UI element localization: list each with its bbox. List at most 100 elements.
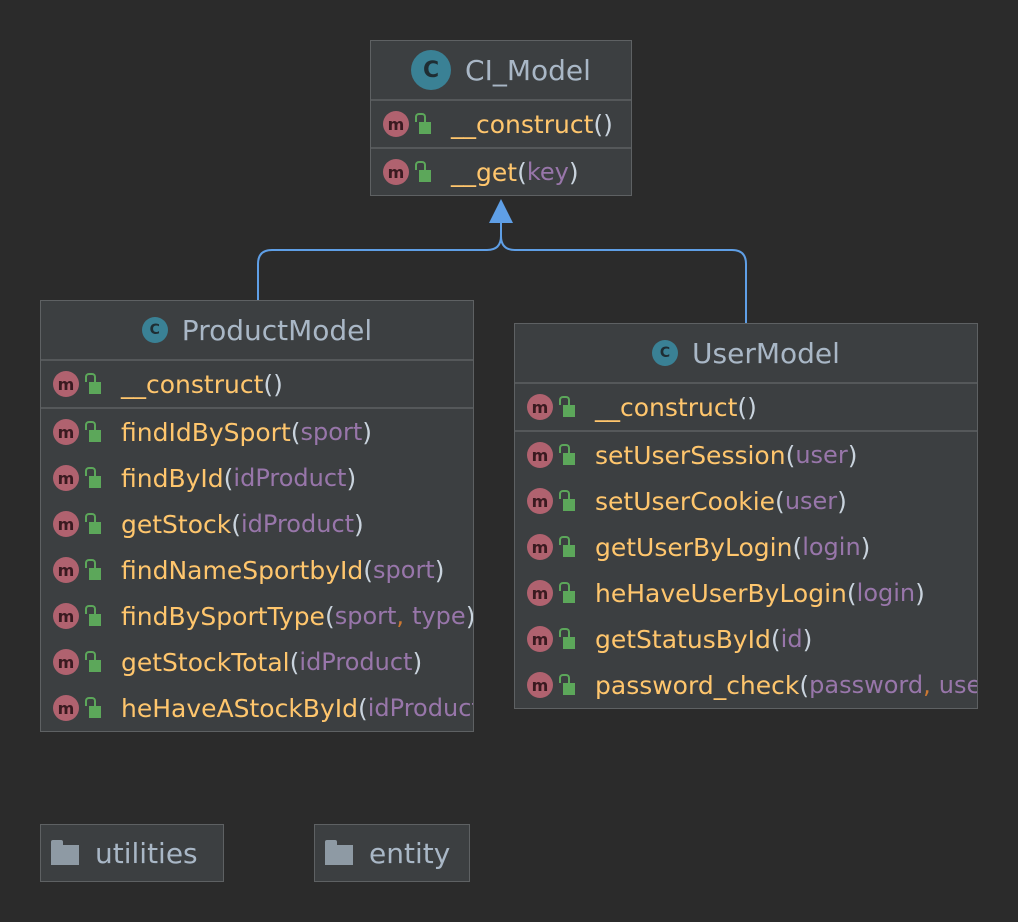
method-param: password [809,671,924,699]
inheritance-arrowhead [489,199,513,223]
open-paren: ( [785,440,796,470]
public-access-icon [559,396,575,417]
close-paren: ) [837,486,847,516]
method-param: idProduct [367,694,473,722]
public-access-icon [559,628,575,649]
close-paren: ) [847,440,858,470]
edge-productmodel-to-ci-model [257,222,502,300]
class-title: CI_Model [465,53,591,87]
class-usermodel[interactable]: C UserModel m __construct() m setUserSessio… [514,323,978,709]
method-param: sport [334,602,397,630]
method-row[interactable]: m getStock(idProduct) [41,501,473,547]
method-param: user [938,671,977,699]
method-row[interactable]: mpassword_check(password,user) [515,662,977,708]
method-name: findBySportType [121,601,325,631]
method-name: getUserByLogin [595,532,793,562]
open-paren: ( [324,601,335,631]
method-icon: m [53,465,79,491]
method-icon: m [53,557,79,583]
method-icon: m [53,511,79,537]
method-param: user [795,441,848,469]
method-row[interactable]: m getUserByLogin(login) [515,524,977,570]
public-access-icon [415,161,431,182]
open-paren: ( [289,647,300,677]
package-label: utilities [95,836,198,870]
close-paren: ) [802,624,813,654]
method-name: heHaveUserByLogin [595,578,847,608]
close-paren: ) [915,578,925,608]
method-row[interactable]: m getStatusById(id) [515,616,977,662]
method-section: m __construct() [515,384,977,432]
method-param: idProduct [241,510,355,538]
public-access-icon [85,421,101,442]
method-icon: m [527,394,553,420]
public-access-icon [85,559,101,580]
class-header: C ProductModel [41,301,473,361]
method-icon: m [527,442,553,468]
method-icon: m [383,111,409,137]
method-icon: m [53,649,79,675]
close-paren: ) [346,463,357,493]
method-param: sport [300,418,363,446]
method-row[interactable]: mheHaveAStockById(idProduct) [41,685,473,731]
class-icon: C [411,50,452,90]
method-param: type [412,602,466,630]
open-paren: ( [223,463,234,493]
method-param: id [780,625,803,653]
method-row[interactable]: m getStockTotal(idProduct) [41,639,473,685]
method-name: getStock [121,509,232,539]
open-paren: ( [770,624,781,654]
method-row[interactable]: m __get(key) [371,149,631,195]
method-icon: m [527,580,553,606]
open-paren: ( [363,555,374,585]
public-access-icon [559,582,575,603]
open-paren: ( [593,109,604,139]
method-row[interactable]: m findById(idProduct) [41,455,473,501]
method-name: heHaveAStockById [121,693,358,723]
method-param: idProduct [299,648,413,676]
method-name: __construct [451,109,594,139]
method-icon: m [527,534,553,560]
method-row[interactable]: m setUserSession(user) [515,432,977,478]
method-name: findNameSportbyId [121,555,364,585]
public-access-icon [85,513,101,534]
method-row[interactable]: m __construct() [515,384,977,430]
open-paren: ( [263,369,274,399]
class-productmodel[interactable]: C ProductModel m __construct() m findIdBySp… [40,300,474,732]
method-icon: m [53,371,79,397]
method-icon: m [53,603,79,629]
package-entity[interactable]: entity [314,824,470,882]
method-section: m __get(key) [371,149,631,195]
method-icon: m [53,419,79,445]
method-row[interactable]: m findNameSportbyId(sport) [41,547,473,593]
open-paren: ( [358,693,368,723]
folder-icon [51,840,79,865]
method-name: __construct [121,369,264,399]
close-paren: ) [362,417,372,447]
public-access-icon [415,113,431,134]
method-param: idProduct [233,464,347,492]
close-paren: ) [412,647,423,677]
method-name: setUserCookie [595,486,776,516]
method-row[interactable]: m __construct() [41,361,473,407]
open-paren: ( [290,417,301,447]
close-paren: ) [603,109,613,139]
method-row[interactable]: m __construct() [371,101,631,147]
method-name: getStatusById [595,624,771,654]
method-section: m __construct() [371,101,631,149]
method-row[interactable]: m findBySportType(sport,type) [41,593,473,639]
close-paren: ) [434,555,445,585]
param-separator: , [923,671,931,699]
method-section: m findIdBySport(sport) m findById(idProduct… [41,409,473,731]
method-icon: m [53,695,79,721]
method-icon: m [527,672,553,698]
method-row[interactable]: m heHaveUserByLogin(login) [515,570,977,616]
method-icon: m [383,159,409,185]
method-row[interactable]: m setUserCookie(user) [515,478,977,524]
package-utilities[interactable]: utilities [40,824,224,882]
class-ci-model[interactable]: C CI_Model m __construct() m __get(key) [370,40,632,196]
method-name: setUserSession [595,440,786,470]
method-row[interactable]: m findIdBySport(sport) [41,409,473,455]
close-paren: ) [568,157,579,187]
public-access-icon [559,536,575,557]
